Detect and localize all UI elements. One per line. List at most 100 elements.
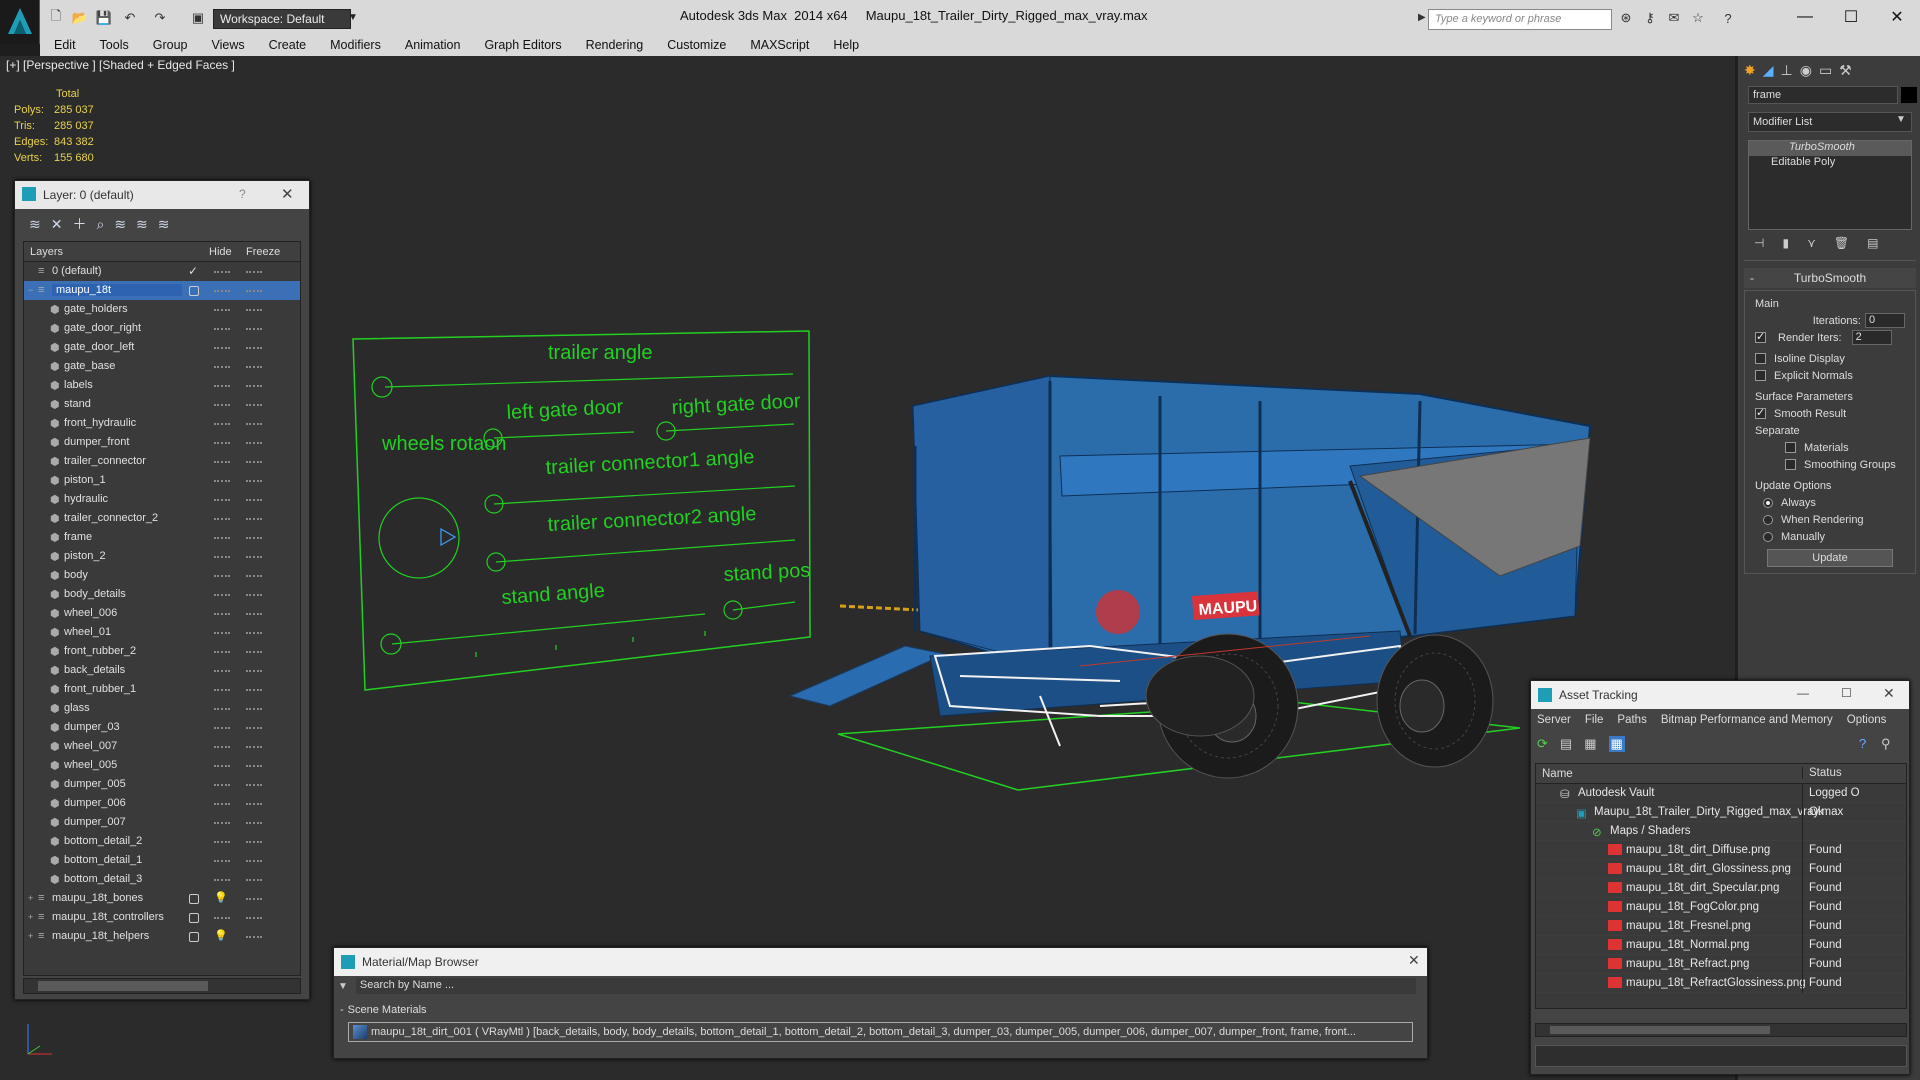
layer-row-object[interactable]: ⬢ front_rubber_2 <box>24 642 300 661</box>
asset-menu-options[interactable]: Options <box>1847 714 1887 726</box>
communication-icon[interactable]: ✉ <box>1664 8 1684 28</box>
delete-layer-icon[interactable]: ✕ <box>51 216 63 233</box>
freeze-toggle[interactable] <box>246 271 262 274</box>
menu-maxscript[interactable]: MAXScript <box>750 38 809 52</box>
favorites-star-icon[interactable]: ☆ <box>1688 8 1708 28</box>
remove-modifier-icon[interactable]: 🗑 <box>1834 236 1849 254</box>
freeze-toggle[interactable] <box>246 594 262 597</box>
menu-modifiers[interactable]: Modifiers <box>330 38 381 52</box>
freeze-toggle[interactable] <box>246 860 262 863</box>
layer-row-object[interactable]: ⬢ dumper_007 <box>24 813 300 832</box>
hide-toggle[interactable] <box>214 385 230 388</box>
menu-customize[interactable]: Customize <box>667 38 726 52</box>
turbosmooth-header[interactable]: - TurboSmooth <box>1744 268 1916 288</box>
asset-row[interactable]: maupu_18t_FogColor.png Found <box>1536 898 1906 917</box>
freeze-toggle[interactable] <box>246 442 262 445</box>
layer-row-object[interactable]: ⬢ front_hydraulic <box>24 414 300 433</box>
chevron-down-icon[interactable]: ▼ <box>348 12 358 23</box>
expand-toggle-icon[interactable]: + <box>28 893 33 903</box>
freeze-toggle[interactable] <box>246 290 262 293</box>
close-icon[interactable]: ✕ <box>281 185 294 203</box>
freeze-toggle[interactable] <box>246 746 262 749</box>
hide-toggle[interactable] <box>214 670 230 673</box>
asset-path-field[interactable] <box>1535 1045 1907 1067</box>
maximize-icon[interactable]: ☐ <box>1841 686 1852 700</box>
utilities-tab-icon[interactable]: ⚒ <box>1839 62 1852 79</box>
viewport-label[interactable]: [+] [Perspective ] [Shaded + Edged Faces… <box>6 58 235 72</box>
menu-create[interactable]: Create <box>269 38 307 52</box>
asset-menu-server[interactable]: Server <box>1537 714 1571 726</box>
hide-toggle[interactable] <box>214 290 230 293</box>
close-icon[interactable]: ✕ <box>1408 952 1420 969</box>
hide-toggle[interactable] <box>214 803 230 806</box>
menu-group[interactable]: Group <box>153 38 188 52</box>
minimize-button[interactable]: — <box>1782 2 1828 32</box>
menu-graph-editors[interactable]: Graph Editors <box>484 38 561 52</box>
layer-row-object[interactable]: ⬢ dumper_front <box>24 433 300 452</box>
freeze-toggle[interactable] <box>246 499 262 502</box>
manually-radio[interactable] <box>1763 531 1773 542</box>
object-color-swatch[interactable] <box>1901 87 1917 103</box>
freeze-toggle[interactable] <box>246 613 262 616</box>
freeze-toggle[interactable] <box>246 784 262 787</box>
binoculars-icon[interactable]: ⊛ <box>1616 8 1636 28</box>
help-icon[interactable]: ? <box>1859 736 1866 751</box>
smooth-result-checkbox[interactable] <box>1755 406 1766 419</box>
stack-item-editable-poly[interactable]: Editable Poly <box>1749 156 1911 171</box>
layer-row-object[interactable]: ⬢ back_details <box>24 661 300 680</box>
material-search-input[interactable]: Search by Name ... <box>355 978 1416 994</box>
hide-toggle[interactable] <box>214 632 230 635</box>
hide-toggle[interactable] <box>214 328 230 331</box>
freeze-toggle[interactable] <box>246 765 262 768</box>
hide-toggle[interactable] <box>214 537 230 540</box>
show-end-result-icon[interactable]: ▮ <box>1782 236 1789 254</box>
configure-sets-icon[interactable]: ▤ <box>1867 236 1878 254</box>
hide-toggle[interactable] <box>214 613 230 616</box>
freeze-toggle[interactable] <box>246 556 262 559</box>
freeze-toggle[interactable] <box>246 575 262 578</box>
hide-toggle[interactable] <box>214 347 230 350</box>
stack-item-turbosmooth[interactable]: TurboSmooth <box>1749 141 1911 156</box>
hide-toggle[interactable] <box>214 784 230 787</box>
hide-toggle[interactable] <box>214 442 230 445</box>
hide-toggle[interactable] <box>214 689 230 692</box>
freeze-toggle[interactable] <box>246 385 262 388</box>
motion-tab-icon[interactable]: ◉ <box>1800 62 1812 79</box>
asset-row[interactable]: ▣ Maupu_18t_Trailer_Dirty_Rigged_max_vray… <box>1536 803 1906 822</box>
freeze-toggle[interactable] <box>246 936 262 939</box>
pin-icon[interactable]: ⚲ <box>1881 736 1891 752</box>
help-icon[interactable]: ? <box>239 187 246 201</box>
hide-toggle[interactable] <box>214 746 230 749</box>
freeze-toggle[interactable] <box>246 632 262 635</box>
hide-toggle[interactable] <box>214 651 230 654</box>
layer-row-object[interactable]: ⬢ hydraulic <box>24 490 300 509</box>
layer-row-object[interactable]: ⬢ labels <box>24 376 300 395</box>
hide-toggle[interactable] <box>214 499 230 502</box>
freeze-toggle[interactable] <box>246 803 262 806</box>
layer-row-object[interactable]: ⬢ stand <box>24 395 300 414</box>
pin-stack-icon[interactable]: ⊣ <box>1754 236 1764 254</box>
smoothing-groups-checkbox[interactable] <box>1785 459 1796 470</box>
expand-toggle-icon[interactable]: − <box>28 285 33 295</box>
asset-horizontal-scrollbar[interactable] <box>1535 1023 1907 1037</box>
freeze-all-icon[interactable]: ≋ <box>158 216 170 233</box>
redo-icon[interactable]: ↷ <box>150 8 170 28</box>
freeze-toggle[interactable] <box>246 461 262 464</box>
key-icon[interactable]: ⚷ <box>1640 8 1660 28</box>
freeze-toggle[interactable] <box>246 879 262 882</box>
expand-toggle-icon[interactable]: + <box>28 912 33 922</box>
menu-edit[interactable]: Edit <box>54 38 76 52</box>
asset-menu-paths[interactable]: Paths <box>1617 714 1646 726</box>
set-current-layer-box[interactable] <box>189 932 199 942</box>
menu-animation[interactable]: Animation <box>405 38 461 52</box>
layer-row-object[interactable]: ⬢ wheel_005 <box>24 756 300 775</box>
hide-all-icon[interactable]: ≋ <box>136 216 148 233</box>
options-dropdown-icon[interactable]: ▼ <box>338 981 348 992</box>
layer-row-sublayer[interactable]: + ≡ maupu_18t_bones 💡 <box>24 889 300 908</box>
table-view-icon[interactable]: ▦ <box>1608 736 1625 752</box>
asset-row[interactable]: maupu_18t_dirt_Diffuse.png Found <box>1536 841 1906 860</box>
modifier-list-dropdown[interactable]: Modifier List <box>1748 112 1912 132</box>
new-file-icon[interactable]: 🗋 <box>46 8 66 28</box>
make-unique-icon[interactable]: ⋎ <box>1807 236 1816 254</box>
freeze-toggle[interactable] <box>246 404 262 407</box>
